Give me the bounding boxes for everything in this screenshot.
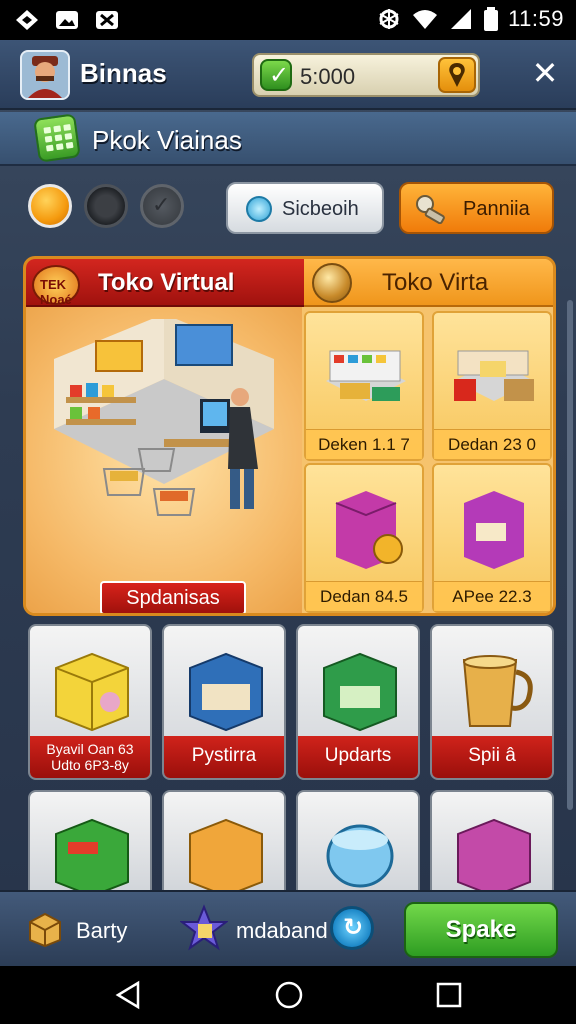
product-card[interactable]	[28, 790, 152, 900]
featured-title: Toko Virtual	[98, 269, 235, 296]
store-tile[interactable]: APee 22.3	[432, 463, 552, 613]
coin-value: 5:000	[300, 64, 356, 89]
product-card[interactable]: Spii â	[430, 624, 554, 780]
product-card[interactable]	[430, 790, 554, 900]
app-screen: Binnas ✓ 5:000 ✕ Pkok Viainas ✓ Sicbeoih…	[0, 40, 576, 966]
box-product-icon	[335, 491, 403, 569]
tile-label: Deken 1.1 7	[306, 429, 422, 459]
box-product-icon	[464, 491, 524, 569]
media-icon	[96, 11, 118, 29]
box-icon	[55, 652, 129, 732]
action-button[interactable]: Panniia	[399, 182, 554, 234]
featured-panel: TEK Noaé Toko Virtual Toko Virta Spdanis…	[23, 256, 556, 616]
cup-icon	[462, 655, 533, 727]
bottom-label-2[interactable]: mdaband	[236, 918, 328, 944]
store-badge-icon: TEK Noaé	[32, 265, 80, 307]
star-icon	[180, 904, 228, 951]
close-button[interactable]: ✕	[528, 56, 562, 90]
globe-icon	[312, 263, 352, 303]
recents-icon[interactable]	[434, 980, 464, 1010]
box-icon	[457, 818, 531, 898]
key-icon	[416, 195, 445, 224]
signal-icon	[451, 9, 472, 29]
featured-store[interactable]	[26, 259, 302, 613]
filter-dot-active[interactable]	[28, 184, 72, 228]
featured-title-bar: TEK Noaé Toko Virtual	[26, 259, 304, 307]
search-icon	[246, 196, 272, 222]
product-card-label: Updarts	[298, 736, 418, 778]
secondary-title: Toko Virta	[382, 269, 489, 296]
avatar[interactable]	[20, 50, 70, 100]
action-button-label: Panniia	[463, 198, 530, 220]
calculator-icon	[33, 113, 81, 163]
product-card[interactable]: Updarts	[296, 624, 420, 780]
avatar-icon	[22, 52, 68, 98]
image-icon	[56, 11, 78, 29]
app-title: Binnas	[80, 58, 167, 88]
product-card-label: Byavil Oan 63 Udto 6P3-8y	[30, 736, 150, 778]
box-icon	[189, 818, 263, 898]
bottom-label-1[interactable]: Barty	[76, 918, 127, 944]
tile-label: Dedan 23 0	[434, 429, 550, 459]
store-tile[interactable]: Dedan 23 0	[432, 311, 552, 461]
coin-balance[interactable]: ✓ 5:000	[252, 53, 480, 97]
store-illustration	[54, 319, 274, 516]
bottom-action-bar: Barty mdaband ↻ Spake	[0, 890, 576, 966]
sub-header: Pkok Viainas	[0, 112, 576, 166]
box-icon	[189, 652, 263, 732]
bluetooth-icon	[379, 9, 399, 29]
product-card[interactable]: Byavil Oan 63 Udto 6P3-8y	[28, 624, 152, 780]
store-tile[interactable]: Dedan 84.5	[304, 463, 424, 613]
wifi-icon	[413, 10, 438, 29]
search-button[interactable]: Sicbeoih	[226, 182, 384, 234]
back-icon[interactable]	[114, 980, 144, 1010]
toolbar: ✓ Sicbeoih Panniia	[0, 170, 576, 250]
system-nav-bar	[0, 966, 576, 1024]
check-icon: ✓	[260, 59, 292, 91]
primary-cta-button[interactable]: Spake	[404, 902, 558, 958]
status-bar: 11:59	[0, 0, 576, 40]
product-card[interactable]	[162, 790, 286, 900]
box-icon	[323, 652, 397, 732]
home-icon[interactable]	[274, 980, 304, 1010]
section-title: Pkok Viainas	[92, 125, 242, 155]
shelf-illustration	[326, 350, 406, 401]
notification-diamond-icon	[16, 10, 38, 30]
bowl-icon	[326, 824, 394, 888]
search-button-label: Sicbeoih	[282, 198, 359, 220]
box-icon	[29, 912, 61, 948]
filter-dot-3[interactable]: ✓	[140, 184, 184, 228]
filter-dot-2[interactable]	[84, 184, 128, 228]
featured-cta-button[interactable]: Spdanisas	[100, 581, 246, 613]
secondary-title-bar: Toko Virta	[304, 259, 553, 307]
top-header: Binnas ✓ 5:000 ✕	[0, 40, 576, 110]
clock: 11:59	[508, 6, 564, 31]
location-pin-icon[interactable]	[438, 57, 476, 93]
refresh-icon[interactable]: ↻	[330, 906, 374, 950]
battery-icon	[484, 7, 499, 31]
tile-label: Dedan 84.5	[306, 581, 422, 611]
booth-illustration	[454, 350, 534, 401]
product-card[interactable]: Pystirra	[162, 624, 286, 780]
scrollbar[interactable]	[567, 300, 573, 810]
product-card-label: Pystirra	[164, 736, 284, 778]
tile-label: APee 22.3	[434, 581, 550, 611]
product-card-label: Spii â	[432, 736, 552, 778]
box-icon	[55, 818, 129, 898]
store-tile[interactable]: Deken 1.1 7	[304, 311, 424, 461]
product-card[interactable]	[296, 790, 420, 900]
